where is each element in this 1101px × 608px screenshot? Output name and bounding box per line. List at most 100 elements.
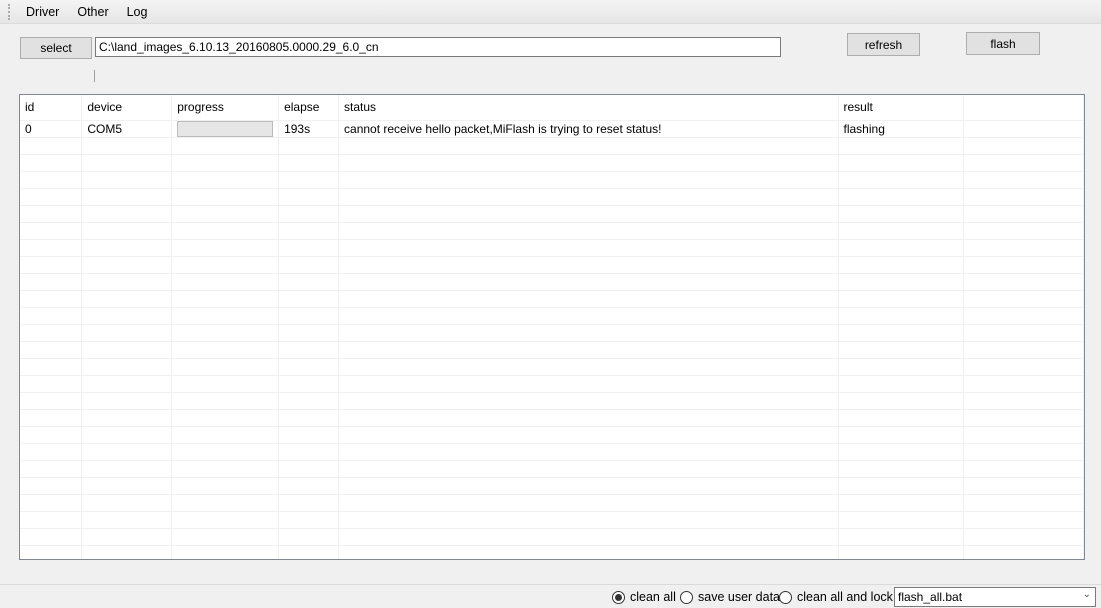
table-row-empty	[20, 154, 1084, 172]
col-device[interactable]: device	[81, 95, 173, 121]
col-status[interactable]: status	[338, 95, 839, 121]
table-row-empty	[20, 426, 1084, 444]
table-row-empty	[20, 494, 1084, 512]
cell-empty	[20, 443, 83, 461]
cell-empty	[20, 392, 83, 410]
radio-clean-all-lock[interactable]: clean all and lock	[779, 590, 893, 604]
cell-empty	[20, 290, 83, 308]
cell-empty	[338, 137, 839, 155]
cell-empty	[838, 460, 965, 478]
cell-empty	[278, 528, 340, 546]
cell-empty	[278, 375, 340, 393]
cell-empty	[278, 273, 340, 291]
refresh-button[interactable]: refresh	[847, 33, 920, 56]
cell-progress	[171, 120, 280, 138]
cell-empty	[963, 528, 1084, 546]
radio-unchecked-icon	[680, 590, 693, 604]
script-select[interactable]: flash_all.bat ⌄	[894, 587, 1096, 607]
cell-empty	[171, 205, 280, 223]
path-input[interactable]: C:\land_images_6.10.13_20160805.0000.29_…	[95, 37, 781, 57]
table-row-empty	[20, 324, 1084, 342]
radio-label: save user data	[698, 590, 780, 604]
cell-empty	[963, 341, 1084, 359]
cell-empty	[838, 324, 965, 342]
radio-label: clean all	[630, 590, 676, 604]
table-row-empty	[20, 477, 1084, 495]
cell-empty	[338, 341, 839, 359]
table-row[interactable]: 0 COM5 193s cannot receive hello packet,…	[20, 120, 1084, 138]
cell-empty	[278, 222, 340, 240]
cell-empty	[963, 409, 1084, 427]
cell-empty	[963, 307, 1084, 325]
table-row-empty	[20, 188, 1084, 206]
cell-empty	[838, 307, 965, 325]
cell-empty	[278, 511, 340, 529]
menu-other[interactable]: Other	[68, 5, 117, 19]
cell-empty	[838, 358, 965, 376]
cell-empty	[20, 222, 83, 240]
cell-empty	[338, 494, 839, 512]
cell-empty	[171, 137, 280, 155]
cell-empty	[81, 239, 173, 257]
cell-empty	[20, 545, 83, 559]
table-row-empty	[20, 545, 1084, 559]
select-button[interactable]: select	[20, 37, 92, 59]
chevron-down-icon[interactable]: ⌄	[1083, 589, 1091, 600]
cell-empty	[171, 494, 280, 512]
cell-empty	[278, 477, 340, 495]
cell-device: COM5	[81, 120, 173, 138]
cell-empty	[963, 358, 1084, 376]
cell-empty	[20, 137, 83, 155]
table-row-empty	[20, 290, 1084, 308]
cell-empty	[20, 239, 83, 257]
cell-empty	[20, 477, 83, 495]
table-row-empty	[20, 222, 1084, 240]
radio-clean-all[interactable]: clean all	[612, 590, 676, 604]
cell-empty	[171, 358, 280, 376]
cell-empty	[278, 239, 340, 257]
cell-empty	[171, 477, 280, 495]
cell-empty	[963, 120, 1084, 138]
table-row-empty	[20, 409, 1084, 427]
cell-empty	[81, 273, 173, 291]
flash-button[interactable]: flash	[966, 32, 1040, 55]
cell-empty	[20, 511, 83, 529]
cell-empty	[963, 188, 1084, 206]
cell-empty	[81, 171, 173, 189]
table-row-empty	[20, 511, 1084, 529]
cell-empty	[81, 528, 173, 546]
cell-status: cannot receive hello packet,MiFlash is t…	[338, 120, 839, 138]
cell-empty	[171, 426, 280, 444]
cell-empty	[963, 154, 1084, 172]
radio-save-user-data[interactable]: save user data	[680, 590, 780, 604]
col-result[interactable]: result	[838, 95, 965, 121]
table-row-empty	[20, 358, 1084, 376]
cell-empty	[963, 392, 1084, 410]
cell-empty	[963, 511, 1084, 529]
cell-empty	[838, 341, 965, 359]
cell-empty	[338, 358, 839, 376]
cell-empty	[81, 324, 173, 342]
table-row-empty	[20, 307, 1084, 325]
cell-empty	[338, 443, 839, 461]
cell-empty	[171, 290, 280, 308]
cell-empty	[963, 324, 1084, 342]
col-progress[interactable]: progress	[171, 95, 280, 121]
cell-empty	[838, 239, 965, 257]
table-row-empty	[20, 171, 1084, 189]
col-elapse[interactable]: elapse	[278, 95, 340, 121]
cell-empty	[838, 205, 965, 223]
cell-empty	[338, 528, 839, 546]
cell-empty	[171, 443, 280, 461]
radio-label: clean all and lock	[797, 590, 893, 604]
script-value: flash_all.bat	[898, 590, 963, 604]
menu-log[interactable]: Log	[118, 5, 157, 19]
device-table[interactable]: id device progress elapse status result …	[19, 94, 1085, 560]
menu-driver[interactable]: Driver	[17, 5, 68, 19]
col-id[interactable]: id	[20, 95, 83, 121]
progress-bar	[177, 120, 274, 136]
cell-empty	[81, 137, 173, 155]
cell-empty	[338, 239, 839, 257]
cell-empty	[20, 324, 83, 342]
cell-empty	[81, 375, 173, 393]
